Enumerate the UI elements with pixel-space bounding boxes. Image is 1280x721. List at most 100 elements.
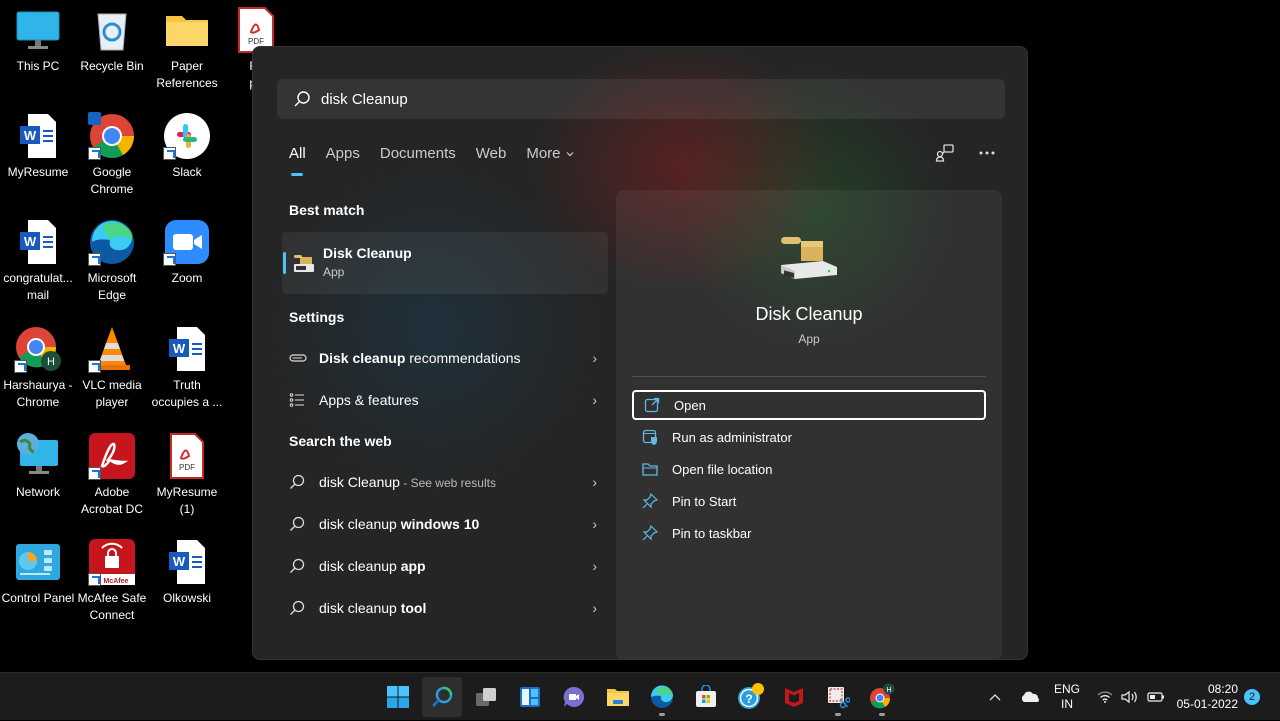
desktop-icon-slack[interactable]: Slack xyxy=(149,112,225,181)
desktop-icon-zoom[interactable]: Zoom xyxy=(149,218,225,287)
notification-center-button[interactable]: 2 xyxy=(1244,673,1260,721)
web-result[interactable]: disk cleanup app › xyxy=(289,551,599,581)
pin-icon xyxy=(642,493,672,509)
tab-web[interactable]: Web xyxy=(476,145,507,162)
more-options-icon[interactable] xyxy=(979,151,995,155)
taskbar-edge[interactable] xyxy=(642,677,682,717)
search-query[interactable]: disk Cleanup xyxy=(321,91,408,108)
chevron-right-icon: › xyxy=(592,350,597,366)
taskbar-search-button[interactable] xyxy=(422,677,462,717)
result-text: Apps & features xyxy=(319,392,419,408)
action-pin-to-start[interactable]: Pin to Start xyxy=(632,486,986,516)
windows-start-icon xyxy=(387,686,409,708)
taskbar-start-button[interactable] xyxy=(378,677,418,717)
disk-cleanup-icon xyxy=(294,255,314,272)
tab-more-label: More xyxy=(526,145,561,162)
result-bold: tool xyxy=(400,600,427,616)
web-result[interactable]: disk cleanup windows 10 › xyxy=(289,509,599,539)
desktop-icon-this-pc[interactable]: This PC xyxy=(0,6,76,75)
onedrive-tray[interactable] xyxy=(1020,673,1040,721)
desktop-icon-label: McAfee Safe Connect xyxy=(77,591,147,622)
action-run-as-administrator[interactable]: Run as administrator xyxy=(632,422,986,452)
taskbar-file-explorer[interactable] xyxy=(598,677,638,717)
chevron-up-icon xyxy=(989,694,1001,701)
desktop-icon-google-chrome[interactable]: Google Chrome xyxy=(74,112,150,198)
desktop-icon-truth-occupies[interactable]: W Truth occupies a ... xyxy=(149,325,225,411)
desktop-icon-vlc[interactable]: VLC media player xyxy=(74,325,150,411)
best-match-result[interactable]: Disk Cleanup App xyxy=(282,232,608,294)
tab-apps[interactable]: Apps xyxy=(326,145,360,162)
result-text: disk cleanup xyxy=(319,558,401,574)
desktop-icon-harshaurya-chrome[interactable]: H Harshaurya - Chrome xyxy=(0,325,76,411)
pdf-icon: PDF xyxy=(163,432,211,480)
result-text: disk cleanup xyxy=(319,516,401,532)
svg-text:W: W xyxy=(173,554,186,569)
tab-all[interactable]: All xyxy=(289,145,306,176)
desktop-icon-mcafee-safe-connect[interactable]: McAfee McAfee Safe Connect xyxy=(74,538,150,624)
language-indicator[interactable]: ENG IN xyxy=(1054,673,1080,721)
desktop-icon-olkowski[interactable]: W Olkowski xyxy=(149,538,225,607)
tab-documents[interactable]: Documents xyxy=(380,145,456,162)
desktop-icon-paper-references[interactable]: Paper References xyxy=(149,6,225,92)
desktop-icon-myresume[interactable]: W MyResume xyxy=(0,112,76,181)
desktop-icon-adobe-acrobat[interactable]: Adobe Acrobat DC xyxy=(74,432,150,518)
desktop-icon-congratulations-mail[interactable]: W congratulat... mail xyxy=(0,218,76,304)
taskbar-widgets[interactable] xyxy=(510,677,550,717)
best-match-heading: Best match xyxy=(289,202,365,218)
word-doc-icon: W xyxy=(14,218,62,266)
desktop-icon-label: Recycle Bin xyxy=(80,59,144,73)
show-hidden-icons-button[interactable] xyxy=(988,673,1002,721)
desktop-icon-control-panel[interactable]: Control Panel xyxy=(0,538,76,607)
chrome-profile-icon: H xyxy=(14,325,62,373)
action-open-file-location[interactable]: Open file location xyxy=(632,454,986,484)
desktop-icon-label: MyResume (1) xyxy=(156,485,218,516)
desktop-icon-microsoft-edge[interactable]: Microsoft Edge xyxy=(74,218,150,304)
taskbar-microsoft-store[interactable] xyxy=(686,677,726,717)
selection-indicator xyxy=(283,252,286,274)
volume-icon xyxy=(1121,690,1137,704)
desktop-icon-label: This PC xyxy=(16,59,60,73)
share-feedback-icon[interactable] xyxy=(935,143,955,163)
action-open[interactable]: Open xyxy=(632,390,986,420)
desktop-icon-label: Zoom xyxy=(171,271,203,285)
desktop-icon-myresume-1-pdf[interactable]: PDF MyResume (1) xyxy=(149,432,225,518)
settings-result-apps-features[interactable]: Apps & features › xyxy=(289,385,599,415)
taskbar-mcafee[interactable] xyxy=(774,677,814,717)
web-result[interactable]: disk cleanup tool › xyxy=(289,593,599,623)
folder-open-icon xyxy=(642,462,672,476)
settings-result-disk-cleanup-recommendations[interactable]: Disk cleanup recommendations › xyxy=(289,343,599,373)
taskbar-snipping-tool[interactable] xyxy=(818,677,858,717)
taskbar-chrome-profile[interactable]: H xyxy=(862,677,902,717)
chevron-right-icon: › xyxy=(592,474,597,490)
web-result[interactable]: disk Cleanup - See web results › xyxy=(289,467,599,497)
quick-settings-button[interactable] xyxy=(1097,673,1165,721)
storage-icon xyxy=(289,353,319,363)
language-code: ENG xyxy=(1054,682,1081,696)
preview-pane: Disk Cleanup App Open Run as administrat… xyxy=(616,190,1002,659)
onedrive-cloud-icon xyxy=(1021,691,1039,702)
shield-window-icon xyxy=(642,429,672,445)
tab-more[interactable]: More xyxy=(526,145,574,162)
clock[interactable]: 08:20 05-01-2022 xyxy=(1170,673,1238,721)
clock-date: 05-01-2022 xyxy=(1176,697,1238,711)
search-icon xyxy=(289,558,319,574)
action-pin-to-taskbar[interactable]: Pin to taskbar xyxy=(632,518,986,548)
desktop-icon-network[interactable]: Network xyxy=(0,432,76,501)
taskbar-task-view[interactable] xyxy=(466,677,506,717)
shortcut-arrow-icon xyxy=(88,147,101,160)
result-bold: windows 10 xyxy=(400,516,480,532)
search-icon xyxy=(289,516,319,532)
teams-chat-icon xyxy=(563,686,585,707)
desktop-icon-label: Adobe Acrobat DC xyxy=(80,485,144,516)
desktop-icon-label: Harshaurya - Chrome xyxy=(3,378,73,409)
shortcut-arrow-icon xyxy=(14,360,27,373)
taskbar-teams-chat[interactable] xyxy=(554,677,594,717)
desktop-icon-recycle-bin[interactable]: Recycle Bin xyxy=(74,6,150,75)
chrome-profile-icon: H xyxy=(870,683,895,709)
search-input[interactable]: disk Cleanup xyxy=(277,79,1005,119)
desktop-icon-label: Network xyxy=(15,485,60,499)
widgets-icon xyxy=(520,687,540,707)
search-panel: disk Cleanup All Apps Documents Web More… xyxy=(252,46,1028,660)
action-label: Pin to Start xyxy=(672,493,737,509)
taskbar-get-help[interactable]: ? xyxy=(730,677,770,717)
